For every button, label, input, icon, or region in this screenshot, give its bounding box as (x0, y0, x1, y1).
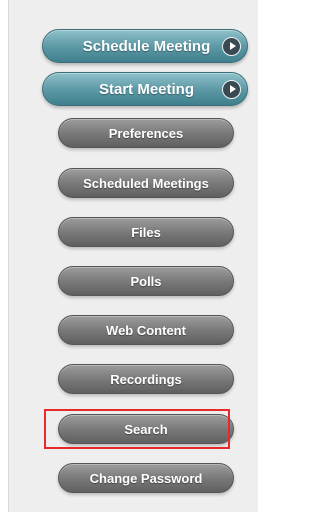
web-content-button[interactable]: Web Content (58, 315, 234, 345)
polls-button[interactable]: Polls (58, 266, 234, 296)
preferences-button[interactable]: Preferences (58, 118, 234, 148)
change-password-button[interactable]: Change Password (58, 463, 234, 493)
play-arrow-icon (222, 36, 241, 56)
sidebar-menu-panel: Schedule Meeting Start Meeting Preferenc… (8, 0, 258, 512)
files-button[interactable]: Files (58, 217, 234, 247)
preferences-label: Preferences (108, 125, 184, 141)
start-meeting-label: Start Meeting (98, 80, 194, 98)
play-arrow-icon (222, 79, 241, 99)
recordings-label: Recordings (110, 371, 182, 387)
recordings-button[interactable]: Recordings (58, 364, 234, 394)
start-meeting-button[interactable]: Start Meeting (42, 72, 248, 106)
scheduled-meetings-label: Scheduled Meetings (83, 175, 209, 191)
web-content-label: Web Content (106, 322, 186, 338)
schedule-meeting-label: Schedule Meeting (82, 37, 211, 55)
change-password-label: Change Password (89, 470, 203, 486)
scheduled-meetings-button[interactable]: Scheduled Meetings (58, 168, 234, 198)
schedule-meeting-button[interactable]: Schedule Meeting (42, 29, 248, 63)
polls-label: Polls (130, 273, 162, 289)
files-label: Files (131, 224, 161, 240)
search-button[interactable]: Search (58, 414, 234, 444)
search-label: Search (124, 421, 168, 437)
